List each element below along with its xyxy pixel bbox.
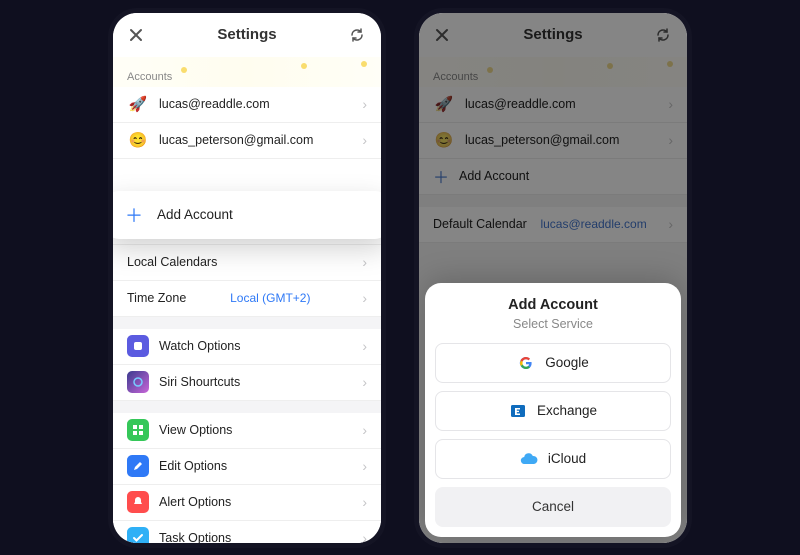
phone-settings-right: Settings Accounts 🚀 lucas@readdle.com › … — [419, 13, 687, 543]
account-email: lucas_peterson@gmail.com — [159, 133, 313, 147]
time-zone-row[interactable]: Time Zone Local (GMT+2) › — [113, 281, 381, 317]
grid-icon — [127, 419, 149, 441]
row-label: View Options — [159, 423, 232, 437]
check-icon — [127, 527, 149, 543]
service-label: iCloud — [548, 451, 586, 466]
chevron-right-icon: › — [362, 290, 367, 306]
chevron-right-icon: › — [362, 422, 367, 438]
service-google[interactable]: Google — [435, 343, 671, 383]
chevron-right-icon: › — [362, 530, 367, 543]
bell-icon — [127, 491, 149, 513]
smile-icon: 😊 — [127, 129, 149, 151]
cancel-label: Cancel — [532, 499, 574, 514]
chevron-right-icon: › — [362, 96, 367, 112]
chevron-right-icon: › — [362, 494, 367, 510]
account-email: lucas@readdle.com — [159, 97, 270, 111]
account-row[interactable]: 😊 lucas_peterson@gmail.com › — [113, 123, 381, 159]
accounts-section-header: Accounts — [113, 57, 381, 87]
row-label: Alert Options — [159, 495, 231, 509]
exchange-icon — [509, 402, 527, 420]
phone-settings-left: Settings Accounts 🚀 lucas@readdle.com › … — [113, 13, 381, 543]
account-row[interactable]: 🚀 lucas@readdle.com › — [113, 87, 381, 123]
service-label: Google — [545, 355, 589, 370]
add-account-label: Add Account — [157, 207, 233, 222]
alert-options-row[interactable]: Alert Options › — [113, 485, 381, 521]
chevron-right-icon: › — [362, 338, 367, 354]
view-options-row[interactable]: View Options › — [113, 413, 381, 449]
row-label: Siri Shourtcuts — [159, 375, 240, 389]
refresh-icon[interactable] — [349, 27, 365, 43]
pencil-icon — [127, 455, 149, 477]
row-label: Edit Options — [159, 459, 227, 473]
page-title: Settings — [113, 26, 381, 43]
chevron-right-icon: › — [362, 374, 367, 390]
edit-options-row[interactable]: Edit Options › — [113, 449, 381, 485]
icloud-icon — [520, 450, 538, 468]
rocket-icon: 🚀 — [127, 93, 149, 115]
siri-shortcuts-row[interactable]: Siri Shourtcuts › — [113, 365, 381, 401]
row-label: Watch Options — [159, 339, 241, 353]
add-account-card[interactable]: ＋ Add Account — [113, 191, 381, 239]
chevron-right-icon: › — [362, 254, 367, 270]
chevron-right-icon: › — [362, 132, 367, 148]
sheet-subtitle: Select Service — [435, 317, 671, 331]
close-icon[interactable] — [129, 28, 143, 42]
row-label: Task Options — [159, 531, 231, 543]
header: Settings — [113, 13, 381, 57]
sheet-title: Add Account — [435, 297, 671, 313]
service-exchange[interactable]: Exchange — [435, 391, 671, 431]
watch-options-row[interactable]: Watch Options › — [113, 329, 381, 365]
chevron-right-icon: › — [362, 458, 367, 474]
cancel-button[interactable]: Cancel — [435, 487, 671, 527]
add-account-sheet: Add Account Select Service Google Exchan… — [425, 283, 681, 537]
row-value: Local (GMT+2) — [230, 291, 310, 305]
plus-icon: ＋ — [125, 202, 143, 228]
settings-scroll: Accounts 🚀 lucas@readdle.com › 😊 lucas_p… — [113, 57, 381, 543]
row-label: Local Calendars — [127, 255, 217, 269]
siri-icon — [127, 371, 149, 393]
task-options-row[interactable]: Task Options › — [113, 521, 381, 543]
service-label: Exchange — [537, 403, 597, 418]
accounts-label: Accounts — [127, 71, 172, 83]
google-icon — [517, 354, 535, 372]
watch-icon — [127, 335, 149, 357]
row-label: Time Zone — [127, 291, 186, 305]
service-icloud[interactable]: iCloud — [435, 439, 671, 479]
local-calendars-row[interactable]: Local Calendars › — [113, 245, 381, 281]
